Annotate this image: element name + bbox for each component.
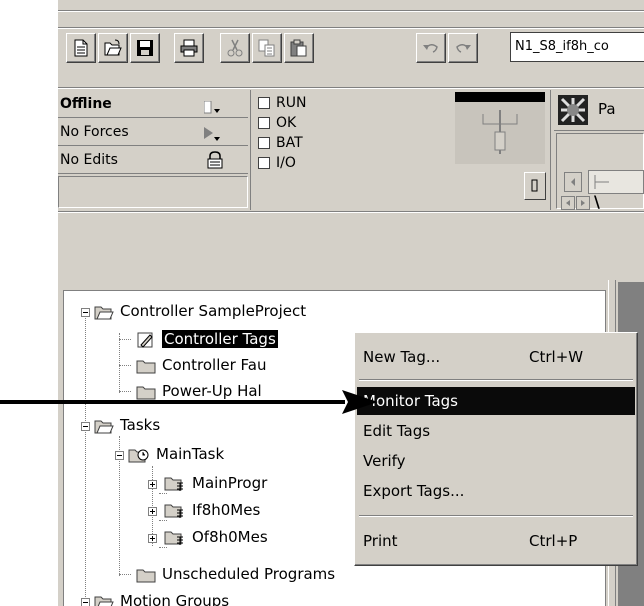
context-menu: New Tag... Ctrl+W Monitor Tags Edit Tags…	[354, 332, 638, 566]
menu-item-edit-tags[interactable]: Edit Tags	[357, 417, 635, 445]
annotation-arrow	[0, 390, 378, 414]
palette-icon[interactable]	[558, 95, 588, 125]
tree-item-maintask[interactable]: MainTask	[128, 444, 224, 464]
menu-item-print[interactable]: Print Ctrl+P	[357, 527, 635, 555]
keyswitch-button[interactable]	[524, 172, 546, 200]
redo-button[interactable]	[448, 33, 478, 63]
collapse-tasks-toggle[interactable]	[81, 422, 90, 431]
program-folder-icon	[164, 477, 183, 491]
expand-of8h0-toggle[interactable]	[148, 534, 157, 543]
indicator-io: I/O	[258, 154, 296, 172]
status-edits: No Edits	[60, 152, 118, 168]
tree-item-controller-fault[interactable]: Controller Fau	[136, 355, 267, 375]
program-folder-icon	[164, 531, 183, 545]
cut-icon	[227, 39, 243, 57]
copy-button[interactable]	[252, 33, 282, 63]
menu-item-verify[interactable]: Verify	[357, 447, 635, 475]
print-icon	[180, 39, 198, 57]
redo-icon	[456, 44, 471, 53]
panel-tab-label[interactable]: Pa	[598, 100, 616, 118]
small-arrow-left-icon	[566, 200, 570, 206]
folder-open-icon	[94, 306, 114, 319]
edits-lock-icon	[206, 151, 224, 179]
tree-item-controller-tags[interactable]: Controller Tags	[136, 329, 278, 349]
new-document-icon	[74, 39, 88, 57]
rung-element-icon	[588, 170, 644, 194]
menu-bar	[58, 0, 644, 10]
collapse-maintask-toggle[interactable]	[115, 451, 124, 460]
indicator-bat: BAT	[258, 134, 303, 152]
folder-open-icon	[94, 596, 114, 606]
tab-scroll-right[interactable]	[576, 196, 590, 210]
program-folder-icon	[164, 504, 183, 518]
folder-open-icon	[94, 420, 114, 433]
menu-separator	[359, 379, 633, 381]
open-folder-icon	[104, 39, 122, 56]
save-button[interactable]	[130, 33, 160, 63]
status-forces: No Forces	[60, 124, 129, 140]
status-mode: Offline	[60, 96, 112, 112]
copy-icon	[258, 39, 275, 57]
task-clock-icon	[128, 449, 149, 462]
project-path-field[interactable]: N1_S8_if8h_co	[510, 32, 644, 62]
arrow-left-icon	[571, 178, 575, 186]
collapse-motion-toggle[interactable]	[81, 598, 90, 606]
nav-tab-fragment[interactable]: \	[594, 192, 600, 211]
status-edits-row: No Edits	[58, 146, 248, 174]
undo-button[interactable]	[416, 33, 446, 63]
key-icon	[531, 179, 538, 192]
status-mode-row: Offline	[58, 90, 248, 118]
tree-item-motion-groups[interactable]: Motion Groups	[94, 591, 229, 606]
rslogix-window: N1_S8_if8h_co Offline No Forces No Edits	[58, 0, 644, 606]
scroll-left-button[interactable]	[564, 172, 582, 192]
expand-if8h0-toggle[interactable]	[148, 507, 157, 516]
paste-button[interactable]	[284, 33, 314, 63]
menu-item-export-tags[interactable]: Export Tags...	[357, 477, 635, 505]
menu-separator	[359, 515, 633, 517]
folder-icon	[136, 360, 156, 373]
collapse-controller-toggle[interactable]	[81, 308, 90, 317]
status-blank-field	[58, 176, 248, 208]
indicator-ok: OK	[258, 114, 296, 132]
tree-item-if8h0mes[interactable]: If8h0Mes	[164, 500, 260, 520]
save-disk-icon	[137, 40, 153, 56]
tree-item-mainprogram[interactable]: MainProgr	[164, 473, 267, 493]
print-button[interactable]	[174, 33, 204, 63]
menu-item-monitor-tags[interactable]: Monitor Tags	[357, 387, 635, 415]
indicator-run: RUN	[258, 94, 306, 112]
tree-item-controller[interactable]: Controller SampleProject	[94, 301, 306, 321]
tree-item-unscheduled[interactable]: Unscheduled Programs	[136, 564, 335, 584]
open-button[interactable]	[98, 33, 128, 63]
menu-item-new-tag[interactable]: New Tag... Ctrl+W	[357, 343, 635, 371]
new-document-button[interactable]	[66, 33, 96, 63]
tab-scroll-left[interactable]	[561, 196, 575, 210]
cut-button[interactable]	[220, 33, 250, 63]
keyswitch-icon	[455, 92, 545, 164]
undo-icon	[423, 44, 438, 53]
tree-item-tasks[interactable]: Tasks	[94, 415, 160, 435]
expand-mainprogram-toggle[interactable]	[148, 480, 157, 489]
tree-item-of8h0mes[interactable]: Of8h0Mes	[164, 527, 268, 547]
small-arrow-right-icon	[581, 200, 585, 206]
status-forces-row: No Forces	[58, 118, 248, 146]
paste-icon	[290, 39, 307, 57]
tags-edit-icon	[137, 332, 153, 348]
folder-icon	[136, 569, 156, 582]
